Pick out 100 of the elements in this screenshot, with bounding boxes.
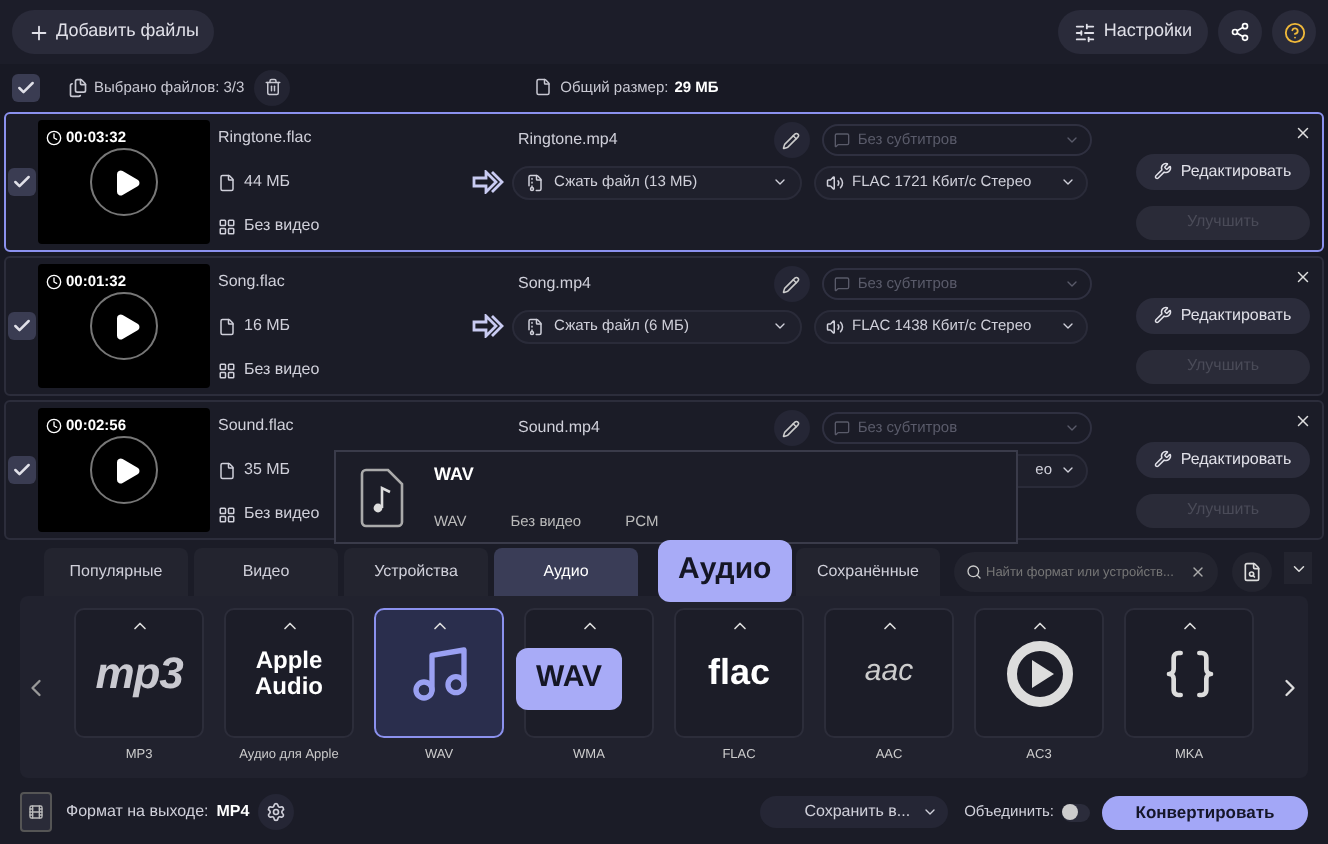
check-icon <box>12 172 32 192</box>
file-search-icon <box>1242 562 1262 582</box>
convert-arrow-icon <box>472 314 504 338</box>
search-icon <box>966 564 982 580</box>
edit-button[interactable]: Редактировать <box>1136 153 1310 189</box>
output-format-value: MP4 <box>216 800 250 824</box>
speech-bubble-icon <box>833 132 850 148</box>
video-info: Без видео <box>244 502 320 526</box>
source-file-name: Song.flac <box>218 270 287 294</box>
caret-icon <box>772 174 788 190</box>
archive-file-icon <box>526 317 544 335</box>
play-circle-icon <box>1003 637 1075 710</box>
play-button[interactable] <box>90 292 158 360</box>
pencil-icon <box>782 419 801 437</box>
pencil-icon <box>782 275 801 293</box>
play-icon <box>111 311 141 341</box>
audio-file-icon <box>360 467 404 527</box>
caret-icon <box>1060 462 1076 478</box>
speaker-icon <box>826 317 844 335</box>
rename-button[interactable] <box>774 266 810 302</box>
mp3-logo: mp3 <box>95 646 183 703</box>
close-icon[interactable] <box>1294 268 1312 286</box>
apple-audio-logo: Apple Audio <box>253 647 325 700</box>
output-settings-button[interactable] <box>257 794 294 830</box>
tab-tooltip: Аудио <box>658 540 792 602</box>
music-note-icon <box>407 641 471 706</box>
video-icon <box>218 361 236 379</box>
share-button[interactable] <box>1218 10 1262 54</box>
caret-icon <box>1064 420 1080 436</box>
source-file-name: Ringtone.flac <box>218 126 314 150</box>
file-icon <box>218 317 236 335</box>
close-icon[interactable] <box>1294 412 1312 430</box>
file-icon <box>218 461 236 479</box>
file-size: 44 МБ <box>244 170 291 194</box>
flac-logo: flac <box>707 650 771 697</box>
wrench-icon <box>1154 162 1173 180</box>
plus-icon <box>28 21 50 43</box>
caret-icon <box>922 804 939 820</box>
format-tab[interactable]: Популярные <box>44 548 188 596</box>
checkbox[interactable] <box>12 73 40 101</box>
format-tab[interactable]: Сохранённые <box>796 548 940 596</box>
format-card[interactable]: Apple Audio <box>224 608 354 739</box>
format-card[interactable]: aac <box>824 608 954 739</box>
file-icon <box>218 173 236 191</box>
target-file-name: Ringtone.mp4 <box>518 128 620 152</box>
speaker-icon <box>826 173 844 191</box>
save-to-dropdown[interactable]: Сохранить в... <box>760 796 949 828</box>
aac-logo: aac <box>864 652 914 693</box>
check-icon <box>12 460 32 480</box>
format-card[interactable]: flac <box>674 608 804 739</box>
help-icon <box>1283 21 1305 43</box>
play-icon <box>111 455 141 485</box>
pencil-icon <box>782 131 801 149</box>
delete-button[interactable] <box>254 69 291 105</box>
trash-icon <box>263 78 282 96</box>
file-icon <box>534 78 553 96</box>
edit-button[interactable]: Редактировать <box>1136 441 1310 477</box>
rename-button[interactable] <box>774 410 810 446</box>
video-info: Без видео <box>244 358 320 382</box>
video-info: Без видео <box>244 214 320 238</box>
clock-icon <box>46 273 62 290</box>
wrench-icon <box>1154 306 1173 324</box>
target-file-name: Song.mp4 <box>518 272 593 296</box>
format-tab[interactable]: Устройства <box>344 548 488 596</box>
convert-button[interactable]: Конвертировать <box>1102 795 1308 829</box>
share-icon <box>1230 22 1250 42</box>
wrench-icon <box>1154 450 1173 468</box>
checkbox[interactable] <box>8 168 36 196</box>
close-icon[interactable] <box>1294 124 1312 142</box>
checkbox[interactable] <box>8 312 36 340</box>
file-size: 16 МБ <box>244 314 291 338</box>
collapse-button[interactable] <box>1284 552 1312 584</box>
settings-icon <box>1073 21 1096 43</box>
format-card[interactable]: mp3 <box>74 608 204 739</box>
play-button[interactable] <box>90 148 158 216</box>
help-button[interactable] <box>1272 10 1316 54</box>
rename-button[interactable] <box>774 122 810 158</box>
output-format-label: Формат на выходе: <box>66 800 209 824</box>
play-button[interactable] <box>90 436 158 504</box>
caret-icon <box>1064 276 1080 292</box>
play-icon <box>111 167 141 197</box>
archive-file-icon <box>526 173 544 191</box>
add-files-button[interactable]: Добавить файлы <box>12 10 215 54</box>
preview-button[interactable] <box>1232 552 1272 592</box>
file-size: 35 МБ <box>244 458 291 482</box>
format-tooltip: WAV <box>516 648 623 710</box>
edit-button[interactable]: Редактировать <box>1136 297 1310 333</box>
source-file-name: Sound.flac <box>218 414 296 438</box>
settings-button[interactable]: Настройки <box>1057 10 1208 54</box>
format-card[interactable] <box>974 608 1104 739</box>
format-card[interactable] <box>374 608 504 739</box>
video-icon <box>218 505 236 523</box>
film-icon <box>28 804 44 820</box>
merge-toggle[interactable] <box>1062 803 1090 821</box>
format-tab[interactable]: Видео <box>194 548 338 596</box>
clear-icon <box>1190 564 1206 580</box>
clock-icon <box>46 417 62 434</box>
format-card[interactable] <box>1124 608 1254 739</box>
checkbox[interactable] <box>8 456 36 484</box>
format-tab[interactable]: Аудио <box>494 548 638 596</box>
